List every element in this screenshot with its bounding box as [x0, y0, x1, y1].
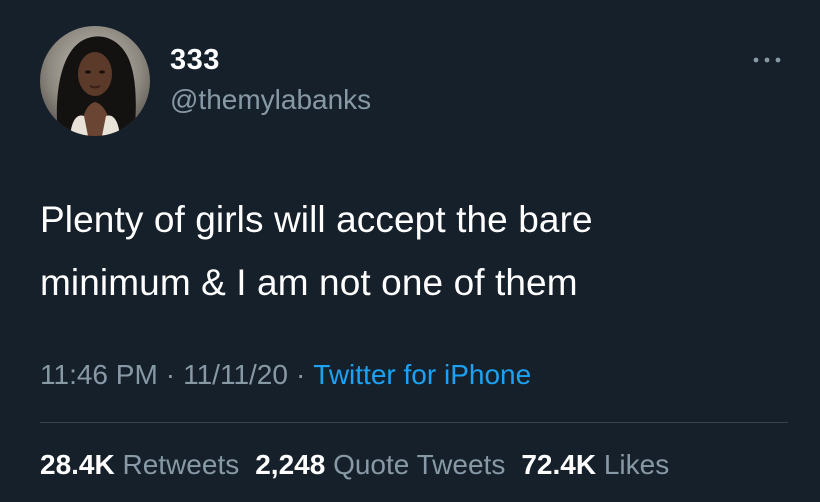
- tweet-date[interactable]: 11/11/20: [183, 359, 288, 390]
- more-horizontal-icon: [753, 57, 781, 63]
- tweet-meta: 11:46 PM · 11/11/20 · Twitter for iPhone: [40, 358, 531, 392]
- likes-label: Likes: [603, 449, 670, 480]
- retweets-label: Retweets: [122, 449, 240, 480]
- tweet-source-link[interactable]: Twitter for iPhone: [313, 359, 531, 390]
- meta-separator: ·: [295, 359, 306, 390]
- user-handle[interactable]: @themylabanks: [170, 84, 371, 116]
- likes-count: 72.4K: [521, 449, 597, 480]
- profile-photo-icon: [40, 26, 150, 136]
- meta-separator: ·: [165, 359, 176, 390]
- tweet-stats: 28.4K Retweets 2,248 Quote Tweets 72.4K Li…: [40, 448, 669, 482]
- likes-stat[interactable]: 72.4K Likes: [521, 449, 669, 480]
- profile-avatar[interactable]: [40, 26, 150, 136]
- quote-tweets-label: Quote Tweets: [333, 449, 506, 480]
- display-name[interactable]: 333: [170, 44, 220, 76]
- tweet-text: Plenty of girls will accept the bare min…: [40, 188, 780, 314]
- retweets-count: 28.4K: [40, 449, 115, 480]
- tweet-text-line: Plenty of girls will accept the bare: [40, 199, 593, 240]
- more-options-button[interactable]: [750, 48, 786, 72]
- quote-tweets-stat[interactable]: 2,248 Quote Tweets: [255, 449, 505, 480]
- retweets-stat[interactable]: 28.4K Retweets: [40, 449, 239, 480]
- divider: [40, 422, 788, 423]
- tweet-text-line: minimum & I am not one of them: [40, 262, 578, 303]
- quote-tweets-count: 2,248: [255, 449, 326, 480]
- tweet-time[interactable]: 11:46 PM: [40, 359, 158, 390]
